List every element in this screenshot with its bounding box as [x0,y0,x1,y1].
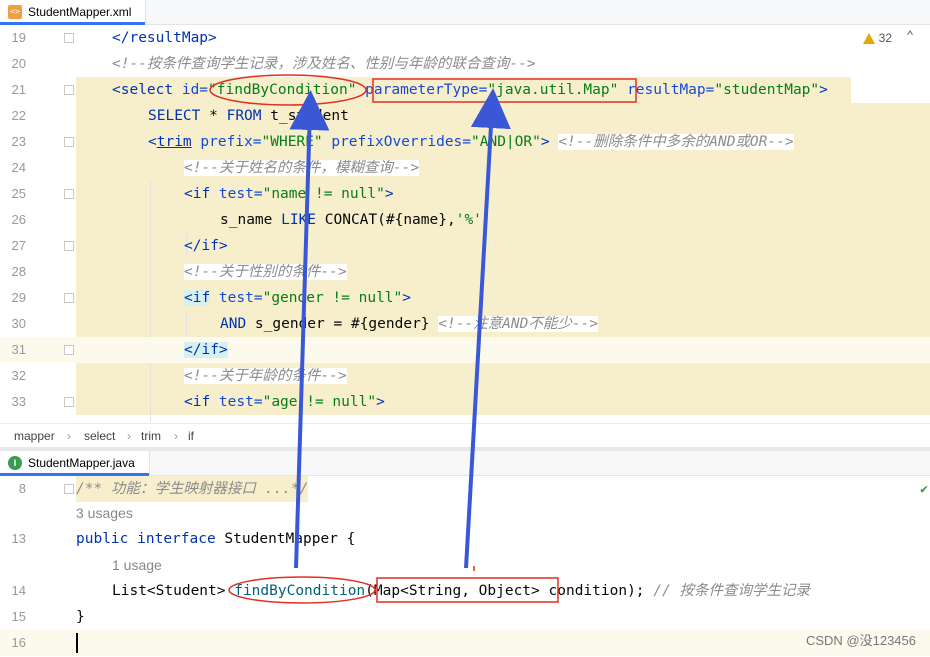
xml-line-33: 33 <if test="age != null"> [11,394,385,410]
xml-line-29: 29 <if test="gender != null"> [11,290,412,306]
fold-marker[interactable] [64,345,74,355]
java-line-15: 15 } [11,609,85,625]
xml-line-25: 25 <if test="name != null"> [11,186,394,202]
fold-marker[interactable] [64,137,74,147]
xml-line-31: 31 </if> [0,337,930,363]
xml-line-28: 28 <!--关于性别的条件--> [11,264,347,280]
fold-marker[interactable] [64,397,74,407]
java-line-8: 8 /** 功能：学生映射器接口 ...*/ [0,476,930,502]
usages-hint-3[interactable]: 3 usages [0,500,930,526]
fold-marker[interactable] [64,484,74,494]
java-tab-title: StudentMapper.java [28,456,135,470]
xml-file-icon [8,5,22,19]
breadcrumb-separator: › [174,429,178,443]
xml-line-23: 23 <trim prefix="WHERE" prefixOverrides=… [11,134,794,150]
breadcrumb-select[interactable]: select [84,424,115,448]
breadcrumb-separator: › [127,429,131,443]
interface-file-icon [8,456,22,470]
breadcrumb-if[interactable]: if [188,424,194,448]
breadcrumb-mapper[interactable]: mapper [14,424,55,448]
xml-line-27: 27 </if> [11,238,228,254]
xml-line-26: 26 s_name LIKE CONCAT(#{name},'%') [11,212,491,228]
java-line-14: 14 List<Student> findByCondition(Map<Str… [11,583,810,599]
xml-editor[interactable]: 32 ⌃ 19 </resultMap> 20 <!--按条件查询学生记录，涉及… [0,25,930,423]
xml-line-30: 30 AND s_gender = #{gender} <!--注意AND不能少… [11,316,599,332]
xml-line-21: 21 <select id="findByCondition" paramete… [11,82,828,98]
xml-line-24: 24 <!--关于姓名的条件，模糊查询--> [11,160,420,176]
fold-marker[interactable] [64,293,74,303]
tab-student-mapper-java[interactable]: StudentMapper.java [0,451,150,476]
fold-marker[interactable] [64,85,74,95]
java-editor[interactable]: ✔ 8 /** 功能：学生映射器接口 ...*/ 3 usages 13 pub… [0,476,930,657]
breadcrumb-trim[interactable]: trim [141,424,161,448]
xml-tab-bar: StudentMapper.xml [0,0,930,25]
java-tab-bar: StudentMapper.java [0,451,930,476]
fold-marker[interactable] [64,241,74,251]
fold-marker[interactable] [64,189,74,199]
xml-line-22: 22 SELECT * FROM t_student [11,108,349,124]
tab-student-mapper-xml[interactable]: StudentMapper.xml [0,0,147,25]
fold-marker[interactable] [64,33,74,43]
breadcrumb: mapper › select › trim › if [0,423,930,448]
xml-line-19: 19 </resultMap> [11,30,217,46]
watermark: CSDN @没123456 [805,633,916,648]
xml-line-20: 20 <!--按条件查询学生记录，涉及姓名、性别与年龄的联合查询--> [11,56,536,72]
usages-hint-1[interactable]: 1 usage [0,552,930,578]
xml-line-32: 32 <!--关于年龄的条件--> [11,368,347,384]
breadcrumb-separator: › [67,429,71,443]
java-line-16: 16 [0,630,930,656]
xml-tab-title: StudentMapper.xml [28,5,132,19]
text-caret [76,633,78,653]
java-line-13: 13 public interface StudentMapper { [11,531,356,547]
